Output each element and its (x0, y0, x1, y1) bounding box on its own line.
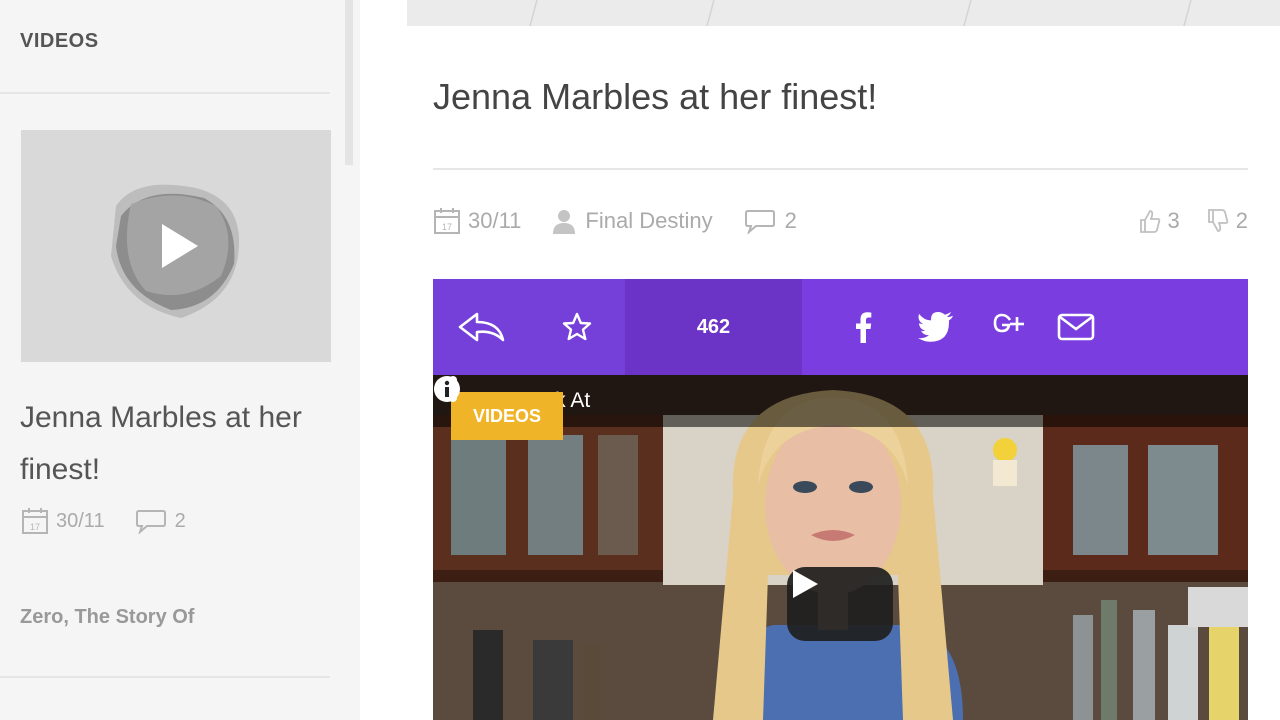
video-player[interactable]: uck At VIDEOS (433, 375, 1248, 720)
video-play-button[interactable] (787, 567, 893, 641)
category-badge[interactable]: VIDEOS (451, 392, 563, 440)
svg-text:17: 17 (442, 222, 452, 232)
comment-icon (744, 210, 775, 234)
post-date-text: 30/11 (56, 509, 105, 532)
info-icon[interactable] (433, 375, 461, 403)
sidebar-video-thumbnail[interactable] (21, 130, 331, 362)
sidebar-post-meta: 17 30/11 2 (22, 508, 216, 534)
post-meta: 17 30/11 Final Destiny 2 (434, 208, 827, 234)
reply-icon (458, 312, 505, 342)
calendar-icon: 17 (22, 508, 48, 534)
google-plus-icon (993, 313, 1024, 333)
svg-text:17: 17 (30, 522, 40, 532)
facebook-icon (856, 312, 872, 343)
post-author-name: Final Destiny (585, 208, 713, 233)
share-icons (802, 279, 1108, 375)
star-icon (562, 312, 592, 341)
share-bar-actions (433, 279, 625, 375)
mail-icon (1057, 313, 1095, 341)
sidebar: VIDEOS Jenna Marbles at her finest! 17 3… (0, 0, 360, 720)
comment-icon (135, 510, 166, 534)
sidebar-scrollbar[interactable] (345, 0, 353, 165)
like-button[interactable]: 3 (1138, 208, 1180, 234)
favorite-button[interactable] (529, 279, 625, 375)
facebook-share-button[interactable] (828, 279, 898, 375)
email-share-button[interactable] (1044, 279, 1108, 375)
user-icon (553, 210, 576, 234)
divider (433, 168, 1248, 170)
dislike-count: 2 (1235, 208, 1248, 233)
post-comments-count: 2 (174, 509, 186, 532)
post-title: Jenna Marbles at her finest! (433, 76, 878, 117)
top-navigation-strip (407, 0, 1280, 26)
calendar-icon: 17 (434, 208, 460, 234)
divider (0, 92, 330, 94)
video-placeholder-icon (111, 184, 240, 318)
thumbs-down-icon (1207, 209, 1228, 232)
twitter-share-button[interactable] (898, 279, 974, 375)
google-plus-share-button[interactable] (974, 279, 1044, 375)
post-date: 17 30/11 (434, 208, 521, 234)
tab-separators (529, 0, 1192, 26)
share-count: 462 (625, 279, 802, 375)
share-bar: 462 (433, 279, 1248, 375)
sidebar-post-title[interactable]: Jenna Marbles at her finest! (20, 392, 340, 496)
twitter-icon (918, 312, 953, 342)
thumbs-up-icon (1139, 210, 1160, 233)
post-date-text: 30/11 (468, 208, 522, 233)
post-date: 17 30/11 (22, 508, 105, 534)
post-comments[interactable]: 2 (743, 208, 797, 234)
sidebar-next-post-title[interactable]: Zero, The Story Of (20, 606, 194, 629)
sidebar-section-title: VIDEOS (20, 30, 99, 52)
post-author[interactable]: Final Destiny (551, 208, 713, 234)
like-count: 3 (1167, 208, 1180, 233)
divider (0, 676, 330, 678)
dislike-button[interactable]: 2 (1206, 208, 1248, 234)
play-icon (793, 570, 818, 598)
post-comments-count: 2 (784, 208, 797, 233)
post-comments[interactable]: 2 (135, 508, 186, 534)
reply-button[interactable] (433, 279, 529, 375)
post-votes: 3 2 (1112, 208, 1248, 234)
